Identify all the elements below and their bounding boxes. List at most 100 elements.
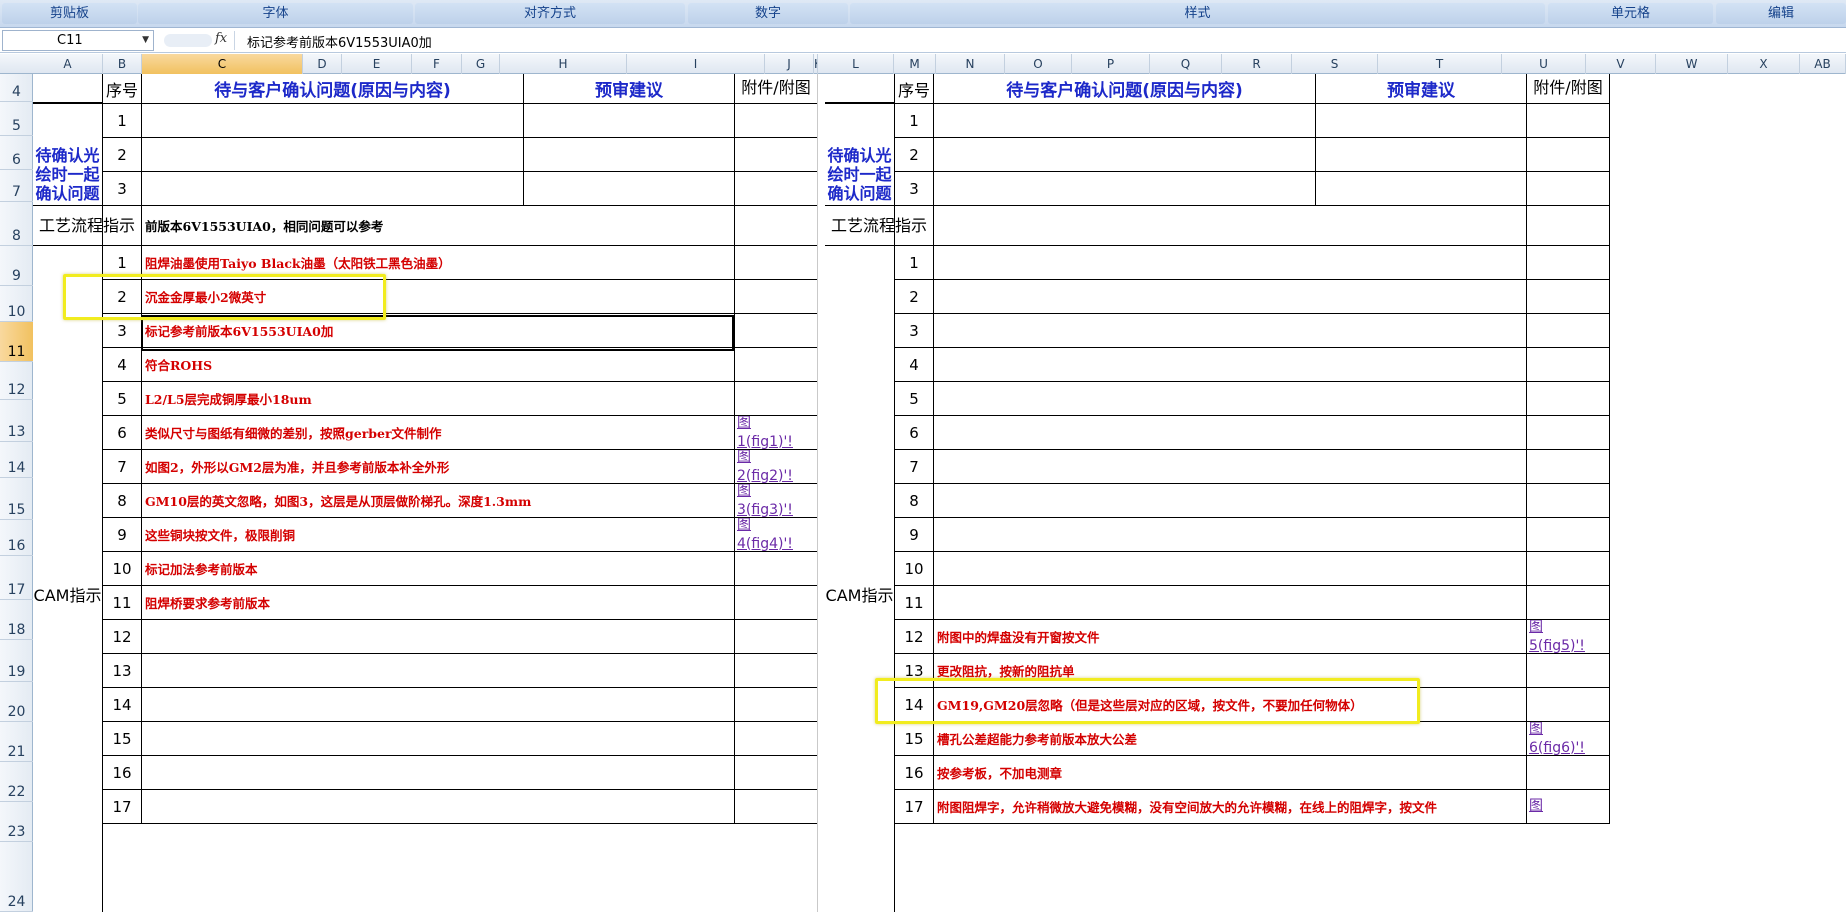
confirm-attachment-cell[interactable] — [734, 137, 818, 172]
cam-instruction-cell[interactable]: 附图阻焊字，允许稍微放大避免模糊，没有空间放大的允许模糊，在线上的阻焊字，按文件 — [933, 789, 1527, 824]
selected-cell-outline[interactable] — [141, 315, 734, 351]
cam-instruction-cell[interactable]: 如图2，外形以GM2层为准，并且参考前版本补全外形 — [141, 449, 735, 484]
column-header[interactable]: I — [627, 54, 765, 74]
confirm-attachment-cell[interactable] — [1526, 103, 1610, 138]
process-attachment-cell[interactable] — [1526, 205, 1610, 246]
ribbon-group-label[interactable]: 剪贴板 — [2, 3, 137, 24]
cam-instruction-cell[interactable]: 槽孔公差超能力参考前版本放大公差 — [933, 721, 1527, 756]
attachment-link-cell[interactable] — [1526, 313, 1610, 348]
column-header[interactable]: W — [1656, 54, 1728, 74]
attachment-link-cell[interactable] — [734, 347, 818, 382]
attachment-link-target[interactable]: 4(fig4)'! — [737, 535, 793, 552]
cam-row-number[interactable]: 6 — [894, 415, 934, 450]
cam-row-number[interactable]: 9 — [894, 517, 934, 552]
column-header[interactable]: O — [1005, 54, 1072, 74]
cam-row-number[interactable]: 15 — [894, 721, 934, 756]
attachment-link-cell[interactable] — [734, 619, 818, 654]
cam-row-number[interactable]: 9 — [102, 517, 142, 552]
column-header[interactable]: G — [462, 54, 500, 74]
ribbon-group-label[interactable]: 样式 — [850, 3, 1545, 24]
cam-row-number[interactable]: 3 — [894, 313, 934, 348]
cam-row-number[interactable]: 11 — [102, 585, 142, 620]
attachment-link-cell[interactable] — [1526, 279, 1610, 314]
row-header[interactable]: 6 — [0, 136, 33, 170]
attachment-link-cell[interactable] — [1526, 347, 1610, 382]
cam-instruction-cell[interactable] — [933, 449, 1527, 484]
cam-row-number[interactable]: 16 — [102, 755, 142, 790]
column-header[interactable]: R — [1222, 54, 1292, 74]
column-header[interactable]: X — [1728, 54, 1800, 74]
cam-row-number[interactable]: 11 — [894, 585, 934, 620]
attachment-link-target[interactable]: 2(fig2)'! — [737, 467, 793, 484]
column-header[interactable]: Q — [1150, 54, 1222, 74]
column-header[interactable]: C — [142, 54, 303, 74]
row-header[interactable]: 24 — [0, 842, 33, 912]
cam-instruction-cell[interactable]: 符合ROHS — [141, 347, 735, 382]
attachment-link-cell[interactable] — [734, 721, 818, 756]
cam-row-number[interactable]: 13 — [102, 653, 142, 688]
row-header[interactable]: 18 — [0, 600, 33, 640]
cam-row-number[interactable]: 14 — [102, 687, 142, 722]
row-header[interactable]: 5 — [0, 102, 33, 136]
row-header[interactable]: 12 — [0, 362, 33, 400]
cam-row-number[interactable]: 2 — [894, 279, 934, 314]
attachment-link[interactable]: 图 — [1529, 722, 1543, 739]
confirm-suggestion-cell[interactable] — [1315, 137, 1527, 172]
column-header[interactable]: J — [765, 54, 814, 74]
attachment-link-cell[interactable] — [1526, 687, 1610, 722]
confirm-row-number[interactable]: 2 — [102, 137, 142, 172]
attachment-link-cell[interactable]: 图 4(fig4)'! — [734, 517, 818, 552]
attachment-link-cell[interactable]: 图 2(fig2)'! — [734, 449, 818, 484]
confirm-question-cell[interactable] — [141, 103, 524, 138]
cam-instruction-cell[interactable] — [933, 415, 1527, 450]
row-header[interactable]: 20 — [0, 682, 33, 722]
worksheet-grid[interactable]: 序号 待与客户确认问题(原因与内容) 预审建议 附件/附图 待确认光绘时一起确认问题 1 2… — [33, 74, 1846, 912]
column-header[interactable]: F — [412, 54, 462, 74]
attachment-link-cell[interactable]: 图 3(fig3)'! — [734, 483, 818, 518]
confirm-attachment-cell[interactable] — [734, 171, 818, 206]
attachment-link-cell[interactable]: 图 5(fig5)'! — [1526, 619, 1610, 654]
attachment-link-cell[interactable] — [1526, 755, 1610, 790]
attachment-link-cell[interactable] — [734, 585, 818, 620]
cam-instruction-cell[interactable]: 这些铜块按文件，极限削铜 — [141, 517, 735, 552]
row-header[interactable]: 9 — [0, 246, 33, 286]
cam-instruction-cell[interactable] — [933, 517, 1527, 552]
name-box[interactable]: C11 ▼ — [2, 30, 154, 51]
cam-row-number[interactable]: 10 — [894, 551, 934, 586]
confirm-suggestion-cell[interactable] — [1315, 103, 1527, 138]
row-header[interactable]: 10 — [0, 286, 33, 322]
attachment-link-cell[interactable]: 图 — [1526, 789, 1610, 824]
row-header[interactable]: 23 — [0, 802, 33, 842]
confirm-suggestion-cell[interactable] — [523, 171, 735, 206]
attachment-link-target[interactable]: 3(fig3)'! — [737, 501, 793, 518]
attachment-link-target[interactable]: 1(fig1)'! — [737, 433, 793, 450]
attachment-link-cell[interactable] — [1526, 517, 1610, 552]
attachment-link-cell[interactable] — [734, 789, 818, 824]
cam-instruction-cell[interactable] — [141, 755, 735, 790]
ribbon-group-label[interactable]: 数字 — [688, 3, 848, 24]
attachment-link-cell[interactable] — [734, 381, 818, 416]
ribbon-group-label[interactable]: 单元格 — [1548, 3, 1713, 24]
process-instruction-cell[interactable]: 前版本6V1553UIA0，相同问题可以参考 — [141, 205, 735, 246]
ribbon-group-label[interactable]: 编辑 — [1716, 3, 1846, 24]
column-header[interactable]: P — [1072, 54, 1150, 74]
attachment-link-cell[interactable] — [1526, 483, 1610, 518]
cam-row-number[interactable]: 5 — [102, 381, 142, 416]
confirm-row-number[interactable]: 1 — [102, 103, 142, 138]
confirm-question-cell[interactable] — [141, 137, 524, 172]
cam-instruction-cell[interactable]: GM10层的英文忽略，如图3，这层是从顶层做阶梯孔。深度1.3mm — [141, 483, 735, 518]
cam-row-number[interactable]: 4 — [102, 347, 142, 382]
cam-row-number[interactable]: 7 — [894, 449, 934, 484]
column-header[interactable]: AB — [1800, 54, 1846, 74]
row-header[interactable]: 17 — [0, 556, 33, 600]
cam-instruction-cell[interactable]: 类似尺寸与图纸有细微的差别，按照gerber文件制作 — [141, 415, 735, 450]
column-header[interactable]: A — [33, 54, 103, 74]
insert-function-icon[interactable]: fx — [215, 31, 227, 46]
confirm-row-number[interactable]: 2 — [894, 137, 934, 172]
attachment-link[interactable]: 图 — [1529, 620, 1543, 637]
chevron-down-icon[interactable]: ▼ — [142, 31, 149, 50]
confirm-attachment-cell[interactable] — [1526, 171, 1610, 206]
column-header[interactable]: U — [1502, 54, 1586, 74]
formula-input[interactable]: 标记参考前版本6V1553UIA0加 — [247, 32, 432, 51]
column-header[interactable]: L — [818, 54, 894, 74]
